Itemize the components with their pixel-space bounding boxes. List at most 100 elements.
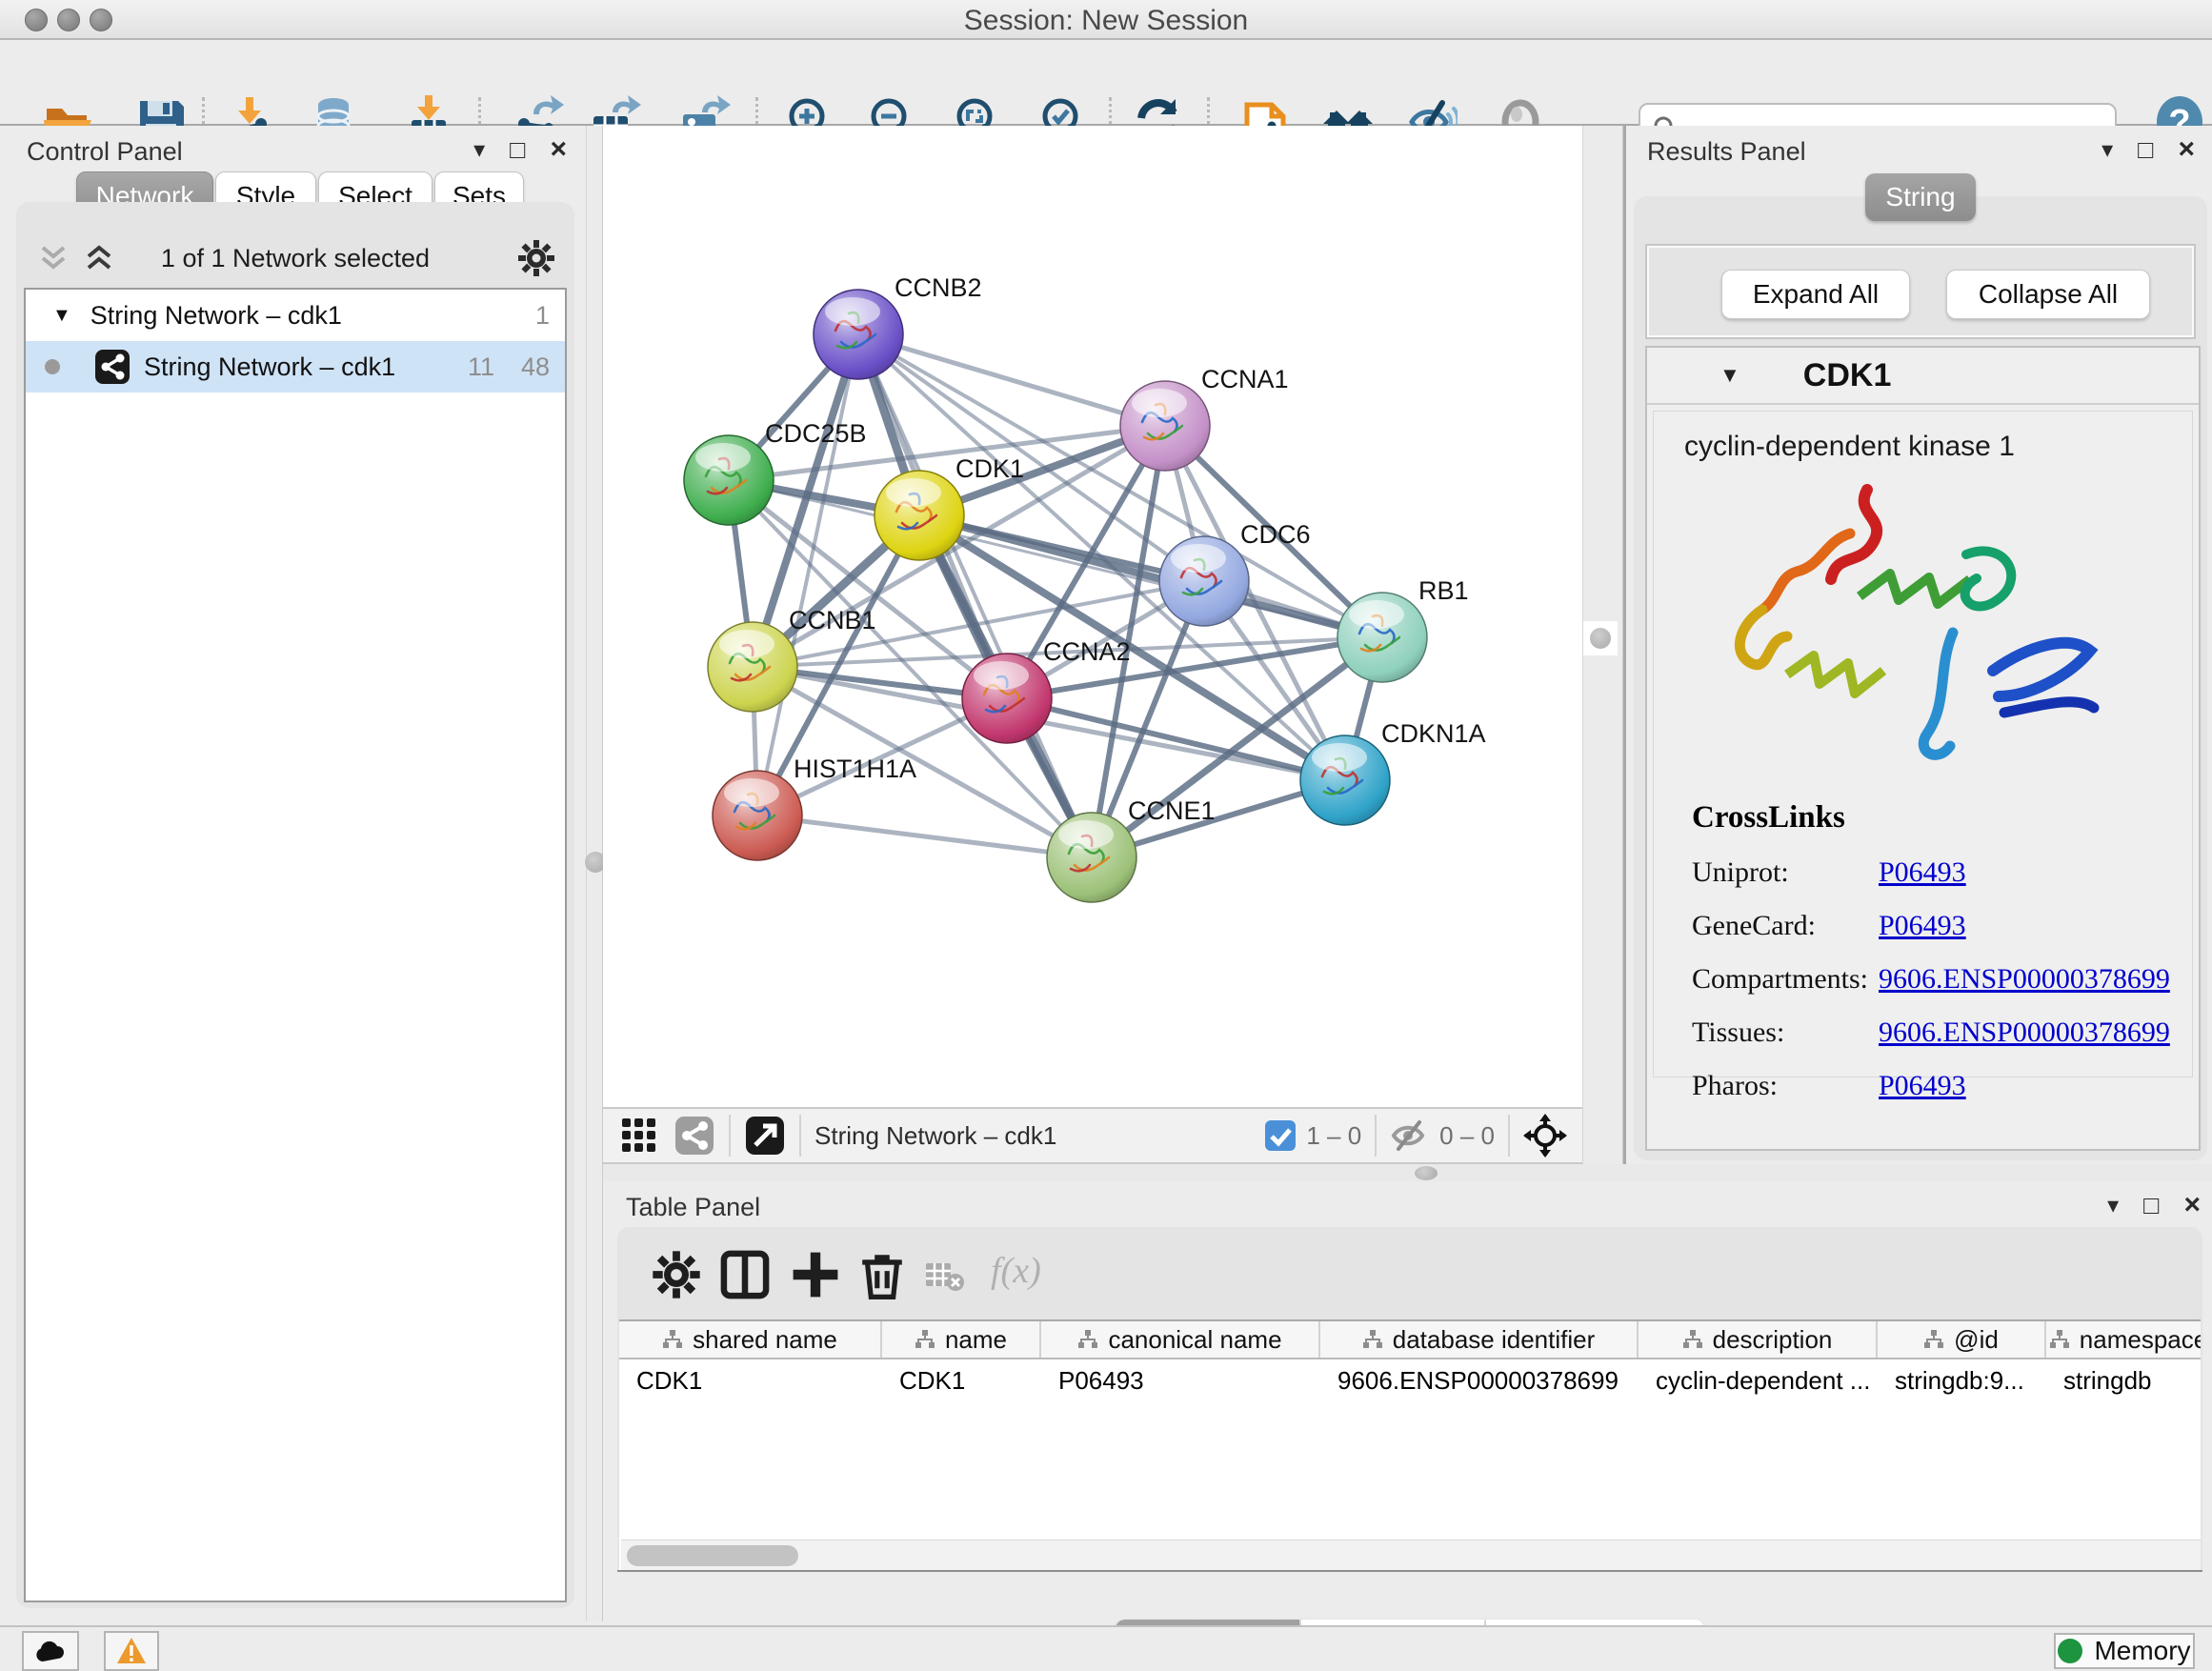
- network-collection-row[interactable]: ▼ String Network – cdk1 1: [26, 290, 565, 341]
- crosslink-link[interactable]: P06493: [1879, 856, 1966, 889]
- show-columns-icon[interactable]: [720, 1250, 770, 1299]
- node-table-header: shared namenamecanonical namedatabase id…: [619, 1321, 2201, 1359]
- table-panel-title: Table Panel: [626, 1193, 760, 1222]
- float-panel-icon[interactable]: ▾: [2107, 1192, 2119, 1219]
- close-panel-icon[interactable]: ×: [2178, 133, 2195, 166]
- table-cell[interactable]: P06493: [1041, 1366, 1320, 1396]
- grid-view-icon[interactable]: [618, 1115, 660, 1157]
- crosslink-link[interactable]: P06493: [1879, 1070, 1966, 1102]
- table-options-gear-icon[interactable]: [652, 1250, 701, 1299]
- open-in-new-window-icon[interactable]: [744, 1115, 786, 1157]
- table-cell[interactable]: CDK1: [619, 1366, 882, 1396]
- network-view-icon[interactable]: [674, 1115, 715, 1157]
- section-expander-icon[interactable]: ▼: [1719, 363, 1740, 388]
- network-node-CCNA1: CCNA1: [1120, 365, 1289, 471]
- collection-expander-icon[interactable]: ▼: [52, 305, 71, 327]
- table-cell[interactable]: CDK1: [882, 1366, 1041, 1396]
- table-horizontal-scrollbar[interactable]: [621, 1540, 2201, 1570]
- crosslink-link[interactable]: 9606.ENSP00000378699: [1879, 1017, 2170, 1049]
- network-tab-body: 1 of 1 Network selected: [16, 202, 574, 1608]
- table-panel: Table Panel ▾ □ ×: [603, 1181, 2212, 1621]
- column-type-icon: [915, 1329, 935, 1350]
- crosslink-label: Pharos:: [1692, 1070, 1879, 1102]
- right-splitter-handle[interactable]: [1583, 621, 1618, 655]
- bottom-splitter[interactable]: [603, 1164, 2212, 1181]
- memory-status-dot: [2058, 1639, 2082, 1663]
- network-list: ▼ String Network – cdk1 1 String Network…: [24, 288, 567, 1602]
- protein-section-header[interactable]: ▼ CDK1: [1647, 348, 2199, 405]
- toolbar-separator: [1508, 1115, 1510, 1157]
- column-header-name[interactable]: name: [882, 1321, 1041, 1358]
- svg-text:CDKN1A: CDKN1A: [1381, 719, 1486, 748]
- table-cell[interactable]: cyclin-dependent ...: [1639, 1366, 1878, 1396]
- close-panel-icon[interactable]: ×: [550, 133, 567, 166]
- svg-text:CDC6: CDC6: [1240, 520, 1311, 549]
- status-bar: Memory: [0, 1625, 2212, 1671]
- network-row[interactable]: String Network – cdk1 11 48: [26, 341, 565, 393]
- column-type-icon: [1077, 1329, 1098, 1350]
- float-panel-icon[interactable]: ▾: [2101, 136, 2113, 164]
- crosslink-row: GeneCard: P06493: [1692, 910, 2170, 942]
- column-header-shared-name[interactable]: shared name: [619, 1321, 882, 1358]
- svg-text:CCNE1: CCNE1: [1128, 796, 1216, 825]
- expand-all-button[interactable]: Expand All: [1721, 270, 1910, 319]
- create-column-icon[interactable]: [791, 1250, 840, 1299]
- maximize-panel-icon[interactable]: □: [510, 135, 525, 165]
- svg-text:CDK1: CDK1: [955, 454, 1024, 483]
- column-type-icon: [1362, 1329, 1383, 1350]
- column-header-description[interactable]: description: [1639, 1321, 1878, 1358]
- right-splitter[interactable]: [1582, 126, 1623, 1164]
- svg-text:CCNA2: CCNA2: [1043, 637, 1131, 666]
- node-table-row[interactable]: CDK1CDK1P064939606.ENSP00000378699cyclin…: [619, 1359, 2201, 1401]
- crosslink-row: Tissues: 9606.ENSP00000378699: [1692, 1017, 2170, 1049]
- column-header-canonical-name[interactable]: canonical name: [1041, 1321, 1320, 1358]
- network-options-gear-icon[interactable]: [517, 239, 555, 277]
- toolbar-separator: [729, 1115, 731, 1157]
- table-cell[interactable]: stringdb: [2046, 1366, 2201, 1396]
- cloud-status-button[interactable]: [22, 1631, 79, 1671]
- memory-button[interactable]: Memory: [2054, 1633, 2195, 1669]
- svg-text:CCNB1: CCNB1: [789, 606, 876, 634]
- table-cell[interactable]: stringdb:9...: [1878, 1366, 2046, 1396]
- selected-checkbox-icon[interactable]: [1264, 1119, 1297, 1152]
- close-panel-icon[interactable]: ×: [2183, 1189, 2201, 1221]
- bottom-splitter-handle[interactable]: [1415, 1166, 1438, 1180]
- crosslink-row: Pharos: P06493: [1692, 1070, 2170, 1102]
- protein-section: ▼ CDK1 cyclin-dependent kinase 1 C: [1645, 346, 2201, 1151]
- column-header-namespace[interactable]: namespace: [2046, 1321, 2201, 1358]
- selected-node-edge-counts: 1 – 0: [1306, 1121, 1361, 1151]
- warnings-button[interactable]: [104, 1631, 159, 1671]
- left-splitter[interactable]: [586, 126, 603, 1621]
- right-splitter-dot: [1590, 628, 1611, 649]
- network-node-CDK1: CDK1: [875, 454, 1024, 560]
- column-header-database-identifier[interactable]: database identifier: [1320, 1321, 1639, 1358]
- tab-string[interactable]: String: [1865, 173, 1976, 221]
- float-panel-icon[interactable]: ▾: [473, 136, 485, 164]
- network-node-count: 11: [468, 352, 494, 382]
- node-table[interactable]: shared namenamecanonical namedatabase id…: [619, 1319, 2201, 1570]
- crosslinks-section: CrossLinks Uniprot: P06493 GeneCard: P06…: [1692, 800, 2170, 1102]
- hidden-eye-slash-icon[interactable]: [1390, 1119, 1430, 1152]
- column-header--id[interactable]: @id: [1878, 1321, 2046, 1358]
- crosslink-link[interactable]: P06493: [1879, 910, 1966, 942]
- table-cell[interactable]: 9606.ENSP00000378699: [1320, 1366, 1639, 1396]
- maximize-panel-icon[interactable]: □: [2143, 1191, 2159, 1220]
- network-node-RB1: RB1: [1337, 576, 1469, 682]
- scrollbar-thumb[interactable]: [627, 1545, 798, 1566]
- main-toolbar: ?: [0, 40, 2212, 126]
- maximize-panel-icon[interactable]: □: [2138, 135, 2153, 165]
- network-svg: CCNB2CCNA1CDC25BCDK1CDC6RB1CCNB1CCNA2CDK…: [603, 126, 1582, 1107]
- toolbar-separator: [799, 1115, 801, 1157]
- crosslink-link[interactable]: 9606.ENSP00000378699: [1879, 963, 2170, 996]
- pan-crosshair-icon[interactable]: [1523, 1114, 1567, 1158]
- network-view-toolbar: String Network – cdk1 1 – 0 0 – 0: [603, 1107, 1582, 1164]
- crosslink-row: Uniprot: P06493: [1692, 856, 2170, 889]
- crosslink-label: Compartments:: [1692, 963, 1879, 996]
- crosslink-label: Tissues:: [1692, 1017, 1879, 1049]
- network-canvas[interactable]: CCNB2CCNA1CDC25BCDK1CDC6RB1CCNB1CCNA2CDK…: [603, 126, 1582, 1107]
- string-network-icon: [94, 349, 131, 385]
- network-edge-count: 48: [521, 352, 550, 382]
- collapse-all-button[interactable]: Collapse All: [1946, 270, 2150, 319]
- delete-column-icon[interactable]: [857, 1250, 907, 1299]
- hidden-node-edge-counts: 0 – 0: [1439, 1121, 1495, 1151]
